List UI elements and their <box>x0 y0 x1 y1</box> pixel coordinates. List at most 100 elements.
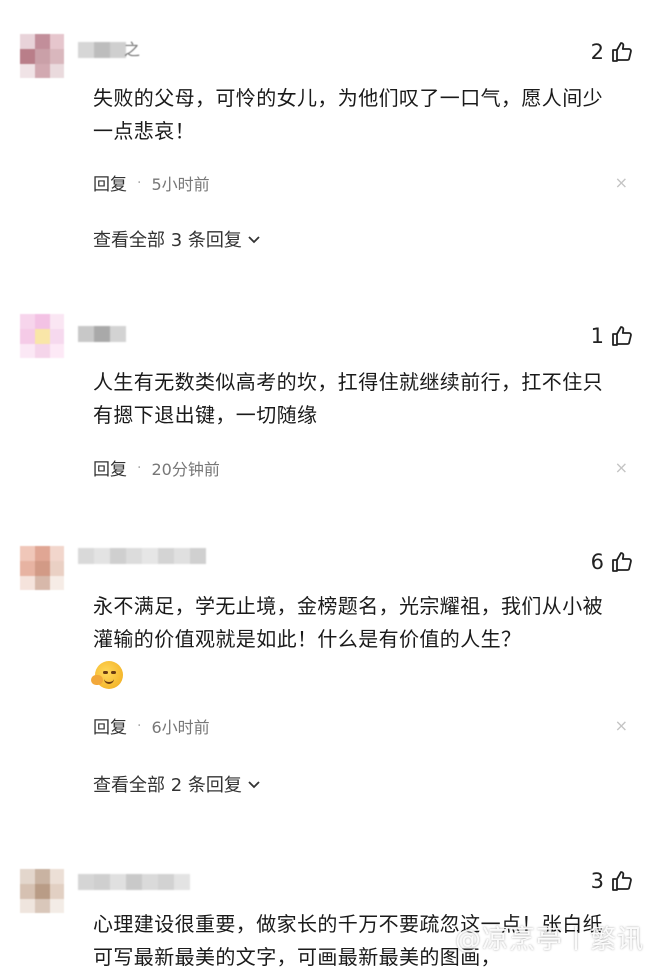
chevron-down-icon <box>246 776 262 792</box>
username-mosaic-cell <box>174 874 190 890</box>
username[interactable] <box>78 326 134 342</box>
comment-text: 人生有无数类似高考的坎，扛得住就继续前行，扛不住只有摁下退出键，一切随缘 <box>93 370 603 427</box>
avatar-mosaic-cell <box>35 899 50 913</box>
avatar-mosaic-cell <box>50 34 64 49</box>
avatar-mosaic-cell <box>35 546 50 561</box>
username-mosaic-cell <box>94 326 110 342</box>
avatar-mosaic-cell <box>50 64 64 78</box>
avatar-mosaic-cell <box>20 561 35 576</box>
reply-button[interactable]: 回复 <box>93 713 127 738</box>
avatar-mosaic-cell <box>20 869 35 884</box>
avatar-mosaic-cell <box>20 34 35 49</box>
like-count: 3 <box>590 869 604 893</box>
avatar[interactable] <box>20 546 64 590</box>
username-mosaic-cell <box>142 874 158 890</box>
thumbs-up-icon[interactable] <box>610 40 634 64</box>
username-mosaic-cell <box>158 548 174 564</box>
comment-meta: 回复 · 6小时前 <box>93 713 210 739</box>
avatar-mosaic-cell <box>50 314 64 329</box>
like-count: 2 <box>590 40 604 64</box>
like-count: 6 <box>590 550 604 574</box>
username-mosaic-cell <box>78 548 94 564</box>
username[interactable] <box>78 548 214 564</box>
avatar-mosaic-cell <box>50 329 64 344</box>
username-mosaic-cell <box>94 42 110 58</box>
username-mosaic-cell <box>126 874 142 890</box>
username-mosaic-cell <box>94 874 110 890</box>
username-mosaic-cell <box>78 42 94 58</box>
username[interactable] <box>78 42 126 58</box>
avatar-mosaic-cell <box>20 344 35 358</box>
view-all-label: 查看全部 3 条回复 <box>93 230 242 251</box>
avatar[interactable] <box>20 34 64 78</box>
avatar-mosaic-cell <box>35 869 50 884</box>
username-mosaic-cell <box>142 548 158 564</box>
avatar[interactable] <box>20 314 64 358</box>
timestamp: 5小时前 <box>151 174 210 194</box>
view-all-label: 查看全部 2 条回复 <box>93 775 242 796</box>
reply-button[interactable]: 回复 <box>93 455 127 480</box>
timestamp: 6小时前 <box>151 717 210 737</box>
separator-dot: · <box>137 459 142 476</box>
avatar-mosaic-cell <box>35 314 50 329</box>
avatar-mosaic-cell <box>35 884 50 899</box>
avatar-mosaic-cell <box>50 561 64 576</box>
separator-dot: · <box>137 174 142 191</box>
like-count: 1 <box>590 324 604 348</box>
thumbs-up-icon[interactable] <box>610 869 634 893</box>
avatar-mosaic-cell <box>20 64 35 78</box>
smirk-emoji-icon <box>91 661 123 689</box>
username-mosaic-cell <box>158 874 174 890</box>
comment-meta: 回复 · 5小时前 <box>93 170 210 196</box>
avatar-mosaic-cell <box>20 899 35 913</box>
comment-text: 失败的父母，可怜的女儿，为他们叹了一口气，愿人间少一点悲哀！ <box>93 86 603 143</box>
close-icon[interactable]: × <box>615 175 628 191</box>
avatar-mosaic-cell <box>35 49 50 64</box>
avatar-mosaic-cell <box>20 329 35 344</box>
username-mosaic-cell <box>110 548 126 564</box>
avatar-mosaic-cell <box>35 64 50 78</box>
like-button[interactable]: 3 <box>591 869 634 893</box>
thumbs-up-icon[interactable] <box>610 550 634 574</box>
avatar-mosaic-cell <box>50 546 64 561</box>
view-all-replies-link[interactable]: 查看全部 3 条回复 <box>93 226 262 252</box>
avatar-mosaic-cell <box>35 344 50 358</box>
avatar-mosaic-cell <box>50 884 64 899</box>
comment-text: 永不满足，学无止境，金榜题名，光宗耀祖，我们从小被灌输的价值观就是如此！什么是有… <box>93 594 603 651</box>
avatar-mosaic-cell <box>20 884 35 899</box>
avatar-mosaic-cell <box>20 546 35 561</box>
view-all-replies-link[interactable]: 查看全部 2 条回复 <box>93 771 262 797</box>
like-button[interactable]: 1 <box>591 324 634 348</box>
username-mosaic-cell <box>110 326 126 342</box>
username-mosaic-cell <box>110 874 126 890</box>
comment-meta: 回复 · 20分钟前 <box>93 455 220 481</box>
username-mosaic-cell <box>126 548 142 564</box>
avatar[interactable] <box>20 869 64 913</box>
like-button[interactable]: 6 <box>591 550 634 574</box>
username-mosaic-cell <box>190 548 206 564</box>
close-icon[interactable]: × <box>615 460 628 476</box>
avatar-mosaic-cell <box>50 49 64 64</box>
timestamp: 20分钟前 <box>151 459 220 479</box>
avatar-mosaic-cell <box>50 899 64 913</box>
avatar-mosaic-cell <box>35 34 50 49</box>
watermark: @凉烹亭丨繁讯 <box>454 925 644 955</box>
avatar-mosaic-cell <box>35 561 50 576</box>
username-mosaic-cell <box>78 326 94 342</box>
avatar-mosaic-cell <box>35 576 50 590</box>
avatar-mosaic-cell <box>50 344 64 358</box>
chevron-down-icon <box>246 231 262 247</box>
avatar-mosaic-cell <box>35 329 50 344</box>
username-suffix: 之 <box>124 40 141 59</box>
username-mosaic-cell <box>78 874 94 890</box>
avatar-mosaic-cell <box>50 869 64 884</box>
thumbs-up-icon[interactable] <box>610 324 634 348</box>
comment-emoji <box>91 661 123 689</box>
username[interactable] <box>78 874 194 890</box>
avatar-mosaic-cell <box>20 49 35 64</box>
like-button[interactable]: 2 <box>591 40 634 64</box>
close-icon[interactable]: × <box>615 718 628 734</box>
reply-button[interactable]: 回复 <box>93 170 127 195</box>
avatar-mosaic-cell <box>20 314 35 329</box>
separator-dot: · <box>137 717 142 734</box>
